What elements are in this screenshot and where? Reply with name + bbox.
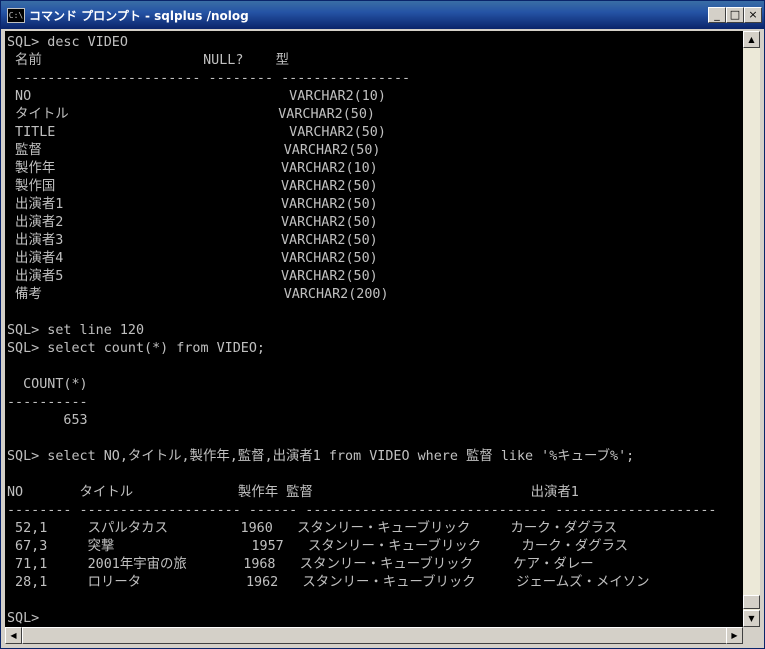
console-line: 653 (7, 413, 88, 428)
console-line: SQL> select count(*) from VIDEO; (7, 341, 265, 356)
console-line: NO タイトル 製作年 監督 出演者1 (7, 485, 579, 500)
console-line: 製作国 VARCHAR2(50) (7, 179, 378, 194)
console-line: 監督 VARCHAR2(50) (7, 143, 381, 158)
console-line: ---------- (7, 395, 88, 410)
cmd-icon[interactable]: C:\ (7, 8, 25, 23)
console-line: SQL> desc VIDEO (7, 35, 128, 50)
console-line: -------- -------------------- ------ ---… (7, 503, 717, 518)
horizontal-scroll-thumb[interactable] (22, 627, 728, 644)
console-line: 名前 NULL? 型 (7, 53, 290, 68)
console-line: 備考 VARCHAR2(200) (7, 287, 389, 302)
vertical-scrollbar[interactable]: ▲ ▼ (743, 31, 760, 627)
console-line: 出演者1 VARCHAR2(50) (7, 197, 378, 212)
vertical-scroll-thumb[interactable] (743, 595, 760, 609)
console-line: 67,3 突撃 1957 スタンリー・キューブリック カーク・ダグラス (7, 539, 629, 554)
console-line: SQL> (7, 611, 40, 626)
title-bar[interactable]: C:\ コマンド プロンプト - sqlplus /nolog _ □ × (1, 1, 764, 29)
console-line: 製作年 VARCHAR2(10) (7, 161, 378, 176)
close-button[interactable]: × (744, 7, 762, 23)
console-line: ----------------------- -------- -------… (7, 71, 411, 86)
console-window: C:\ コマンド プロンプト - sqlplus /nolog _ □ × SQ… (0, 0, 765, 649)
window-title: コマンド プロンプト - sqlplus /nolog (29, 9, 249, 23)
console-line: NO VARCHAR2(10) (7, 89, 386, 104)
resize-grip[interactable] (743, 627, 760, 644)
console-line: 出演者4 VARCHAR2(50) (7, 251, 378, 266)
console-output[interactable]: SQL> desc VIDEO 名前 NULL? 型 -------------… (5, 31, 743, 627)
minimize-button[interactable]: _ (708, 7, 726, 23)
console-line: TITLE VARCHAR2(50) (7, 125, 386, 140)
console-line: SQL> select NO,タイトル,製作年,監督,出演者1 from VID… (7, 449, 635, 464)
console-line: 28,1 ロリータ 1962 スタンリー・キューブリック ジェームズ・メイソン (7, 575, 650, 590)
console-line: COUNT(*) (7, 377, 88, 392)
console-line: SQL> set line 120 (7, 323, 145, 338)
scroll-right-icon[interactable]: ▶ (726, 627, 743, 644)
console-line: 出演者2 VARCHAR2(50) (7, 215, 378, 230)
scroll-up-icon[interactable]: ▲ (743, 31, 760, 48)
console-line: 52,1 スパルタカス 1960 スタンリー・キューブリック カーク・ダグラス (7, 521, 618, 536)
scroll-down-icon[interactable]: ▼ (743, 610, 760, 627)
console-line: 出演者5 VARCHAR2(50) (7, 269, 378, 284)
maximize-button[interactable]: □ (726, 7, 744, 23)
horizontal-scrollbar[interactable]: ◀ ▶ (5, 627, 743, 644)
scroll-left-icon[interactable]: ◀ (5, 627, 22, 644)
console-line: タイトル VARCHAR2(50) (7, 107, 375, 122)
console-line: 71,1 2001年宇宙の旅 1968 スタンリー・キューブリック ケア・ダレー (7, 557, 594, 572)
console-line: 出演者3 VARCHAR2(50) (7, 233, 378, 248)
